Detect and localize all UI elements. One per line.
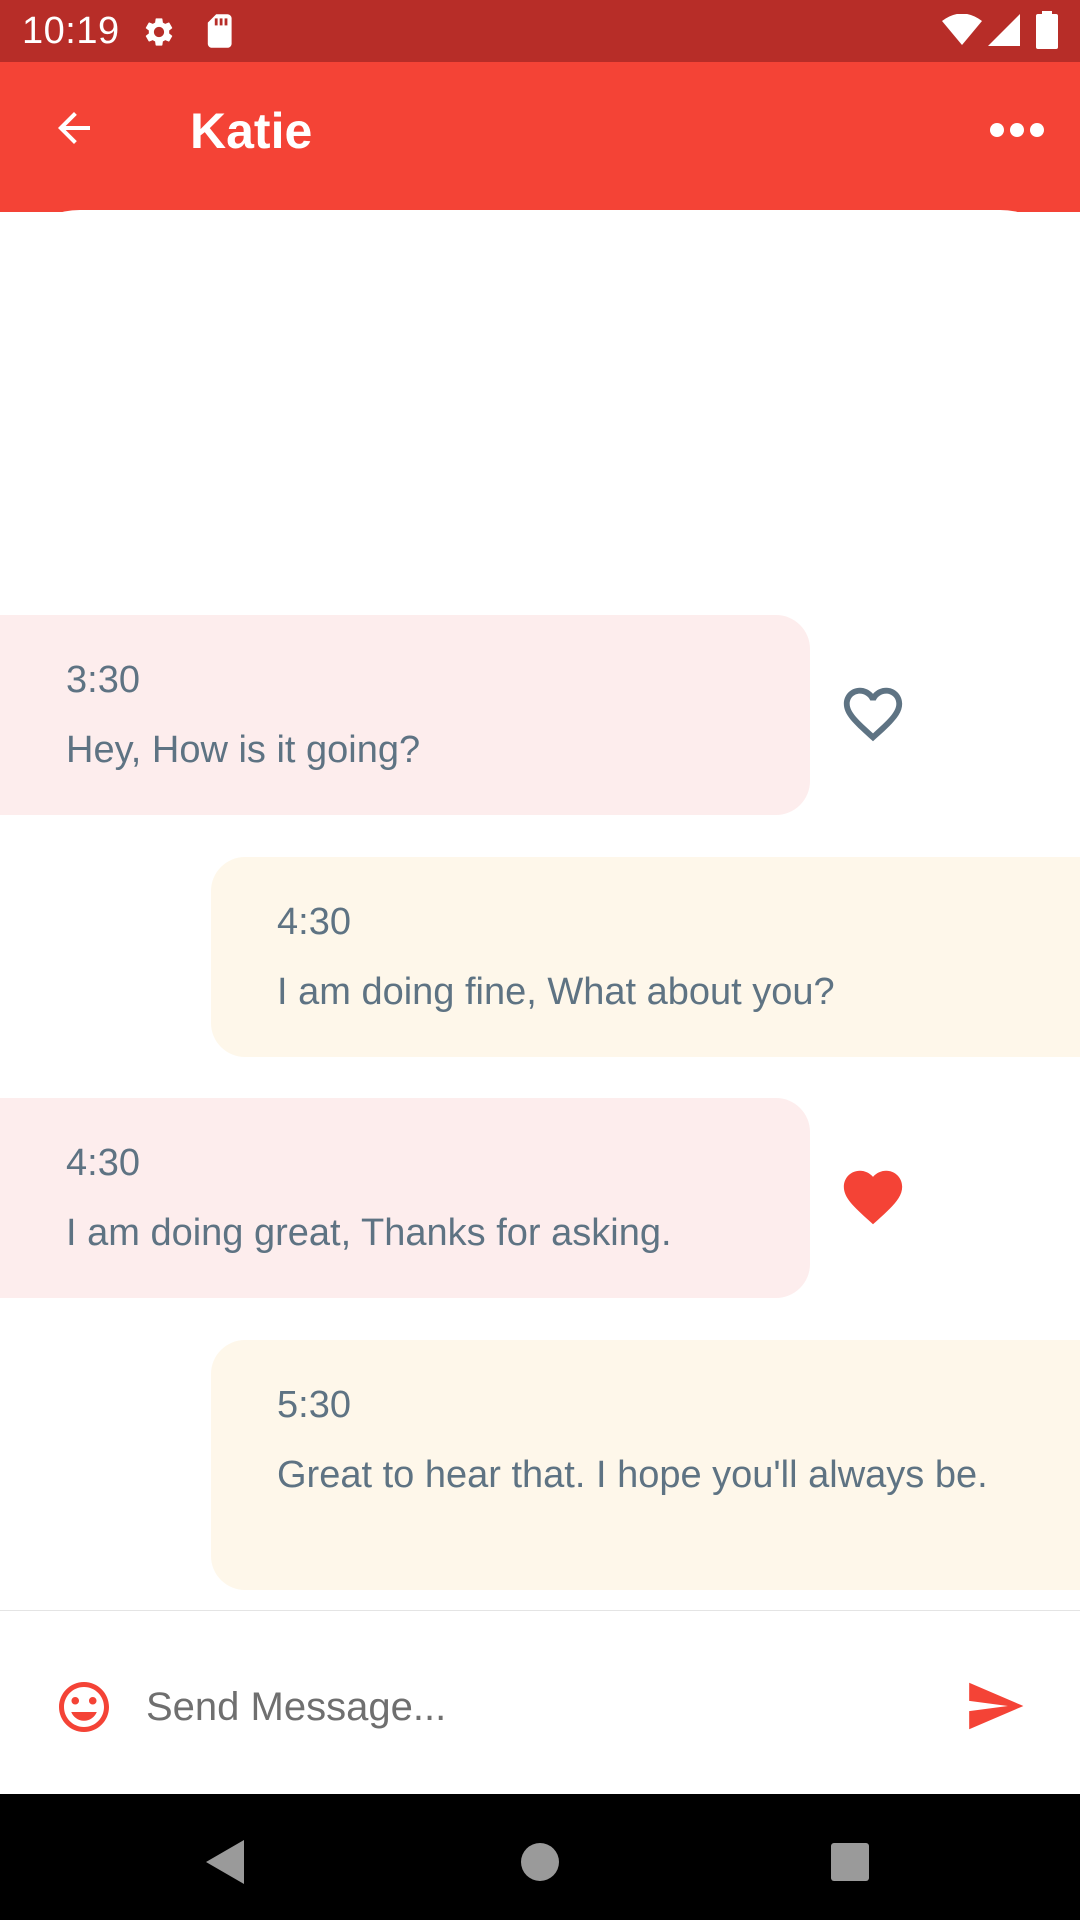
arrow-back-icon bbox=[58, 112, 90, 144]
nav-recents-button[interactable] bbox=[810, 1822, 890, 1902]
settings-gear-icon bbox=[145, 18, 173, 46]
more-options-button[interactable] bbox=[970, 90, 1064, 170]
nav-home-button[interactable] bbox=[500, 1822, 580, 1902]
send-button[interactable] bbox=[960, 1671, 1030, 1741]
status-time: 10:19 bbox=[22, 10, 120, 52]
status-bar: 10:19 bbox=[0, 0, 1080, 62]
heart-filled-icon bbox=[843, 1170, 903, 1225]
message-text: Great to hear that. I hope you'll always… bbox=[277, 1454, 988, 1496]
sd-card-icon bbox=[207, 14, 232, 48]
message-time: 4:30 bbox=[66, 1142, 140, 1184]
chat-panel: 3:30 Hey, How is it going? 4:30 I am doi… bbox=[0, 210, 1080, 1610]
message-text: I am doing fine, What about you? bbox=[277, 971, 835, 1013]
message-bubble-received[interactable]: 3:30 Hey, How is it going? bbox=[0, 615, 810, 815]
nav-home-icon bbox=[521, 1843, 559, 1881]
page-title: Katie bbox=[190, 103, 313, 159]
system-nav-bar bbox=[0, 1794, 1080, 1920]
like-button[interactable] bbox=[832, 1156, 914, 1238]
battery-icon bbox=[1036, 11, 1058, 49]
message-bubble-received[interactable]: 4:30 I am doing great, Thanks for asking… bbox=[0, 1098, 810, 1298]
like-button[interactable] bbox=[832, 673, 914, 755]
message-bubble-sent[interactable]: 4:30 I am doing fine, What about you? bbox=[211, 857, 1080, 1057]
nav-back-button[interactable] bbox=[186, 1822, 266, 1902]
message-time: 4:30 bbox=[277, 901, 351, 943]
message-input[interactable] bbox=[146, 1667, 926, 1747]
message-composer bbox=[0, 1610, 1080, 1794]
nav-recents-icon bbox=[831, 1843, 869, 1881]
send-icon bbox=[969, 1682, 1024, 1730]
message-text: Hey, How is it going? bbox=[66, 729, 421, 771]
nav-back-icon bbox=[206, 1840, 244, 1884]
emoji-button[interactable] bbox=[50, 1673, 118, 1741]
more-horizontal-icon bbox=[990, 123, 1044, 137]
cell-signal-icon bbox=[988, 14, 1020, 46]
message-bubble-sent[interactable]: 5:30 Great to hear that. I hope you'll a… bbox=[211, 1340, 1080, 1590]
wifi-icon bbox=[942, 14, 982, 45]
message-time: 5:30 bbox=[277, 1384, 351, 1426]
emoji-smile-icon bbox=[59, 1682, 109, 1732]
app-bar: Katie bbox=[0, 62, 1080, 212]
heart-outline-icon bbox=[843, 687, 903, 742]
back-button[interactable] bbox=[30, 84, 118, 172]
message-time: 3:30 bbox=[66, 659, 140, 701]
message-text: I am doing great, Thanks for asking. bbox=[66, 1212, 672, 1254]
